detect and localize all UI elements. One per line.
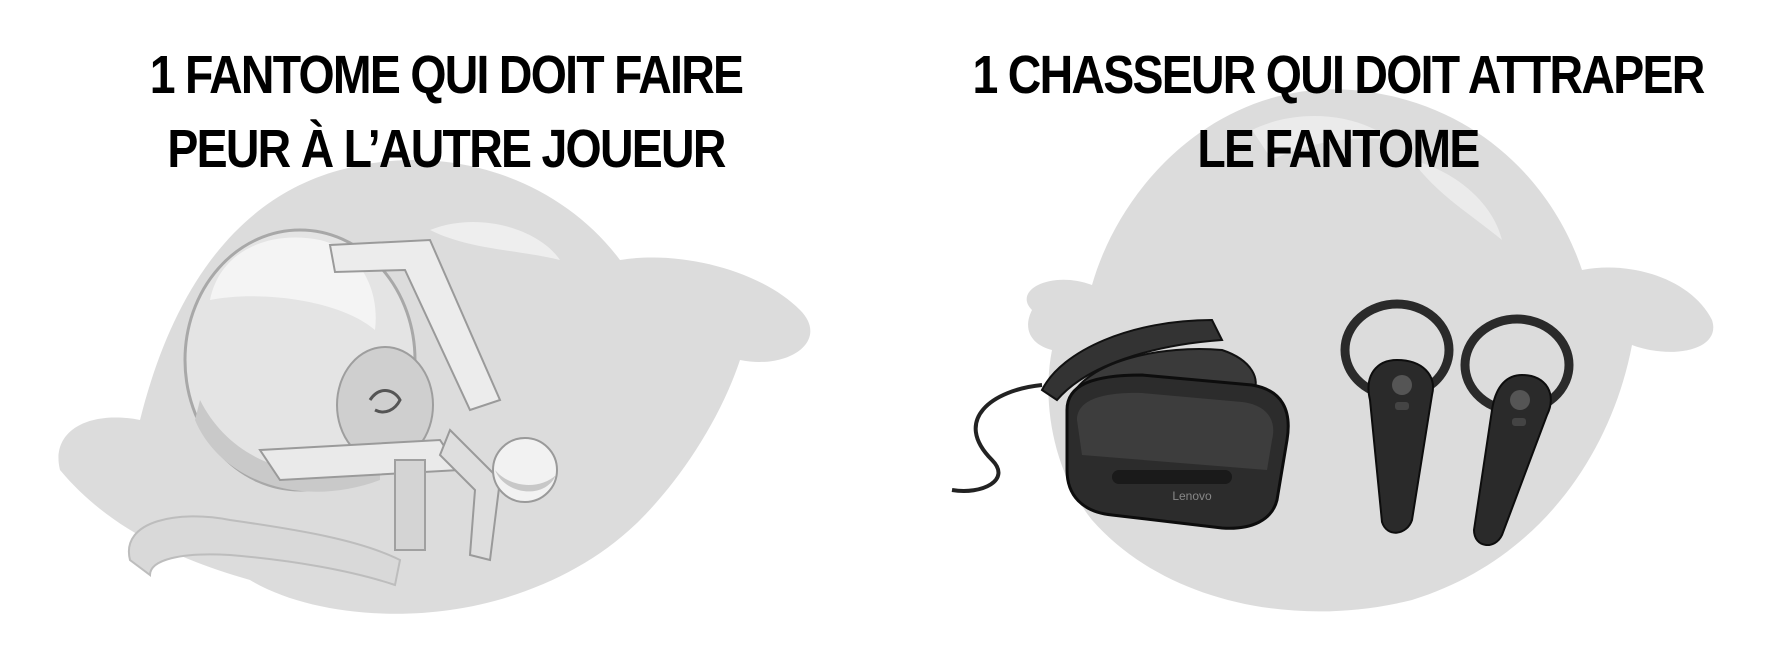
- left-panel: 1 FANTOME QUI DOIT FAIRE PEUR À L’AUTRE …: [0, 0, 892, 668]
- headset-brand-label: Lenovo: [1172, 489, 1212, 503]
- vr-controller-right-icon: [1460, 314, 1574, 546]
- vr-headset-controllers-icon: Lenovo: [951, 299, 1574, 546]
- vr-controller-left-icon: [1340, 299, 1454, 534]
- right-panel: 1 CHASSEUR QUI DOIT ATTRAPER LE FANTOME …: [892, 0, 1784, 668]
- haptic-device-icon: [127, 228, 558, 587]
